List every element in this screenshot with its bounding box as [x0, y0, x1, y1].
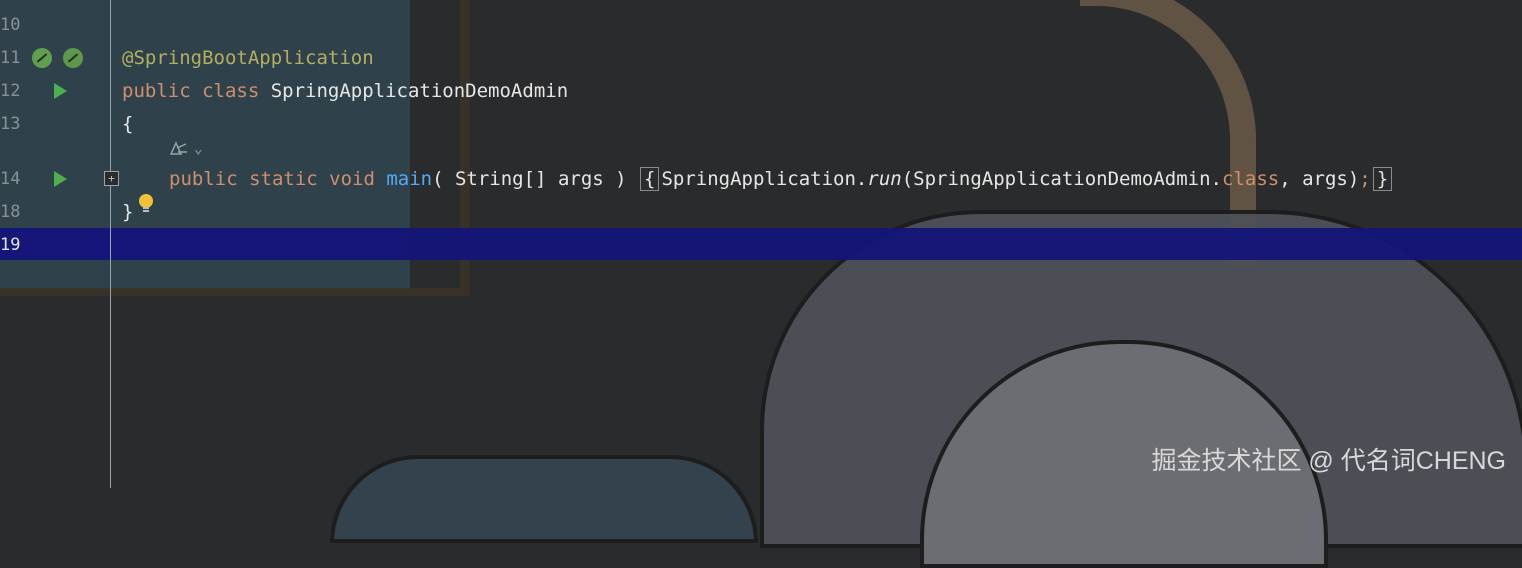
code-line[interactable]: 18 } — [0, 195, 1522, 228]
left-brace-box: { — [640, 166, 660, 191]
line-number: 12 — [0, 80, 21, 101]
class-keyword: class — [1222, 167, 1280, 190]
code-line[interactable]: 11 @SpringBootApplication — [0, 41, 1522, 74]
spring-run-icon[interactable] — [63, 47, 83, 68]
keyword: public class — [122, 79, 271, 102]
watermark: 掘金技术社区 @ 代名词CHENG — [1151, 447, 1506, 475]
ai-hint-icon[interactable]: ⌄ — [168, 140, 202, 158]
call-rest: , args) — [1279, 167, 1360, 190]
call-arg-open: (SpringApplicationDemoAdmin. — [901, 167, 1222, 190]
lightbulb-icon[interactable] — [137, 193, 155, 215]
main-method: public static void main( String[] args )… — [169, 166, 1394, 191]
class-name: SpringApplicationDemoAdmin — [270, 79, 569, 102]
method-name: main — [386, 167, 433, 190]
code-line[interactable]: 19 — [0, 228, 1522, 261]
code-line[interactable]: 10 — [0, 8, 1522, 41]
line-number: 13 — [0, 113, 21, 134]
run-icon[interactable] — [50, 169, 70, 189]
close-brace: } — [122, 200, 134, 223]
class-declaration: public class SpringApplicationDemoAdmin — [122, 80, 568, 102]
line-number: 19 — [0, 234, 21, 255]
spring-bean-icon[interactable] — [32, 47, 52, 68]
chevron-down-icon: ⌄ — [194, 141, 203, 157]
fold-expand-icon[interactable]: + — [104, 171, 119, 186]
call-method: run — [867, 167, 902, 190]
code-line[interactable]: 12 public class SpringApplicationDemoAdm… — [0, 74, 1522, 107]
right-brace-box: } — [1372, 166, 1393, 191]
params: ( String[] args ) — [432, 167, 639, 190]
annotation-text: @SpringBootApplication — [122, 46, 374, 69]
call-object: SpringApplication. — [661, 167, 868, 190]
line-number: 10 — [0, 14, 21, 35]
line-number: 14 — [0, 168, 21, 189]
code-line[interactable]: 14 + public static void main( String[] a… — [0, 162, 1522, 195]
code-line[interactable]: 13 { — [0, 107, 1522, 140]
line-number: 11 — [0, 47, 21, 68]
run-icon[interactable] — [50, 81, 70, 101]
line-number: 18 — [0, 201, 21, 222]
semicolon: ; — [1359, 167, 1371, 190]
open-brace: { — [122, 112, 134, 135]
keyword: public static void — [169, 167, 387, 190]
code-editor[interactable]: 10 11 @SpringBootApplication 12 public c… — [0, 0, 1522, 488]
